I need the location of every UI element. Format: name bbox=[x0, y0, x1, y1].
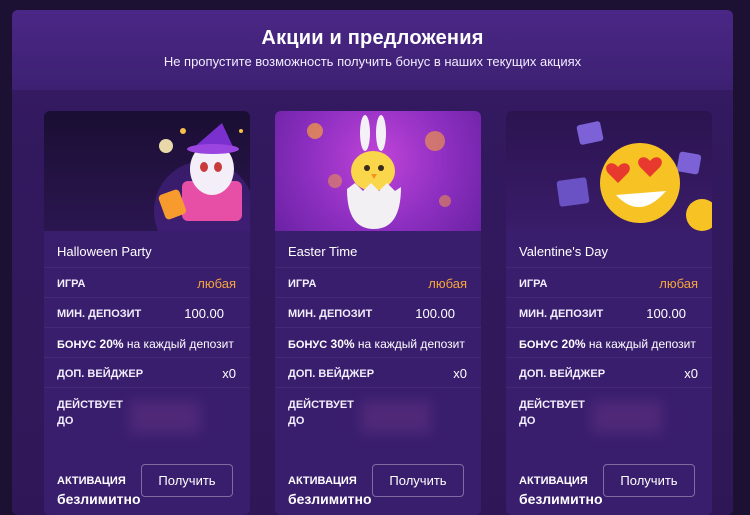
promotions-panel: Акции и предложения Не пропустите возмож… bbox=[12, 10, 733, 515]
easter-chick-icon bbox=[307, 115, 451, 229]
row-valid-until: ДЕЙСТВУЕТ ДО bbox=[275, 387, 481, 448]
card-title: Easter Time bbox=[288, 244, 358, 259]
value-wager: x0 bbox=[453, 366, 467, 381]
bonus-text: на каждый депозит bbox=[126, 337, 234, 351]
row-min-deposit: МИН. ДЕПОЗИТ 100.00 bbox=[44, 297, 250, 328]
row-game: ИГРА любая bbox=[44, 267, 250, 298]
redacted-date bbox=[592, 401, 662, 433]
redacted-date bbox=[130, 401, 200, 433]
get-bonus-button[interactable]: Получить bbox=[372, 464, 464, 497]
row-wager: ДОП. ВЕЙДЖЕР x0 bbox=[44, 357, 250, 388]
row-game: ИГРА любая bbox=[506, 267, 712, 298]
row-valid-until: ДЕЙСТВУЕТ ДО bbox=[506, 387, 712, 448]
bonus-text: на каждый депозит bbox=[588, 337, 696, 351]
value-bonus: БОНУС 20% на каждый депозит bbox=[57, 337, 234, 351]
value-min-deposit: 100.00 bbox=[184, 306, 224, 321]
label-bonus: БОНУС bbox=[57, 339, 97, 351]
label-activation: АКТИВАЦИЯ bbox=[57, 475, 126, 487]
label-valid-line1: ДЕЙСТВУЕТ bbox=[519, 399, 585, 411]
promo-card-halloween: Halloween Party ИГРА любая МИН. ДЕПОЗИТ … bbox=[44, 111, 250, 515]
promo-banner bbox=[275, 111, 481, 231]
bonus-text: на каждый депозит bbox=[357, 337, 465, 351]
promo-banner bbox=[44, 111, 250, 231]
bonus-percent: 20% bbox=[99, 337, 124, 351]
row-bonus: БОНУС 30% на каждый депозит bbox=[275, 327, 481, 358]
label-bonus: БОНУС bbox=[288, 339, 328, 351]
page-subtitle: Не пропустите возможность получить бонус… bbox=[163, 54, 582, 69]
halloween-ghost-icon bbox=[154, 123, 250, 231]
label-activation: АКТИВАЦИЯ bbox=[519, 475, 588, 487]
promo-banner bbox=[506, 111, 712, 231]
value-game: любая bbox=[428, 276, 467, 291]
card-title: Valentine's Day bbox=[519, 244, 608, 259]
row-bonus: БОНУС 20% на каждый депозит bbox=[44, 327, 250, 358]
label-min-deposit: МИН. ДЕПОЗИТ bbox=[57, 308, 142, 320]
label-game: ИГРА bbox=[57, 278, 86, 290]
page-title: Акции и предложения bbox=[261, 27, 484, 49]
redacted-date bbox=[361, 401, 431, 433]
value-activation: безлимитно bbox=[288, 491, 372, 507]
value-bonus: БОНУС 30% на каждый депозит bbox=[288, 337, 465, 351]
heart-eyes-emoji-icon bbox=[556, 121, 712, 231]
value-activation: безлимитно bbox=[57, 491, 141, 507]
label-valid-line2: ДО bbox=[519, 415, 536, 427]
card-title: Halloween Party bbox=[57, 244, 152, 259]
label-valid-line2: ДО bbox=[57, 415, 74, 427]
value-wager: x0 bbox=[222, 366, 236, 381]
bonus-percent: 30% bbox=[330, 337, 355, 351]
bonus-percent: 20% bbox=[561, 337, 586, 351]
get-bonus-button[interactable]: Получить bbox=[141, 464, 233, 497]
header-band bbox=[12, 10, 733, 90]
row-bonus: БОНУС 20% на каждый депозит bbox=[506, 327, 712, 358]
label-valid-line2: ДО bbox=[288, 415, 305, 427]
label-wager: ДОП. ВЕЙДЖЕР bbox=[519, 368, 606, 380]
label-game: ИГРА bbox=[519, 278, 548, 290]
row-min-deposit: МИН. ДЕПОЗИТ 100.00 bbox=[506, 297, 712, 328]
label-valid-line1: ДЕЙСТВУЕТ bbox=[288, 399, 354, 411]
value-activation: безлимитно bbox=[519, 491, 603, 507]
promo-card-valentines: Valentine's Day ИГРА любая МИН. ДЕПОЗИТ … bbox=[506, 111, 712, 515]
label-valid-line1: ДЕЙСТВУЕТ bbox=[57, 399, 123, 411]
row-wager: ДОП. ВЕЙДЖЕР x0 bbox=[275, 357, 481, 388]
get-bonus-button[interactable]: Получить bbox=[603, 464, 695, 497]
label-game: ИГРА bbox=[288, 278, 317, 290]
value-game: любая bbox=[659, 276, 698, 291]
label-bonus: БОНУС bbox=[519, 339, 559, 351]
row-valid-until: ДЕЙСТВУЕТ ДО bbox=[44, 387, 250, 448]
row-game: ИГРА любая bbox=[275, 267, 481, 298]
value-wager: x0 bbox=[684, 366, 698, 381]
label-activation: АКТИВАЦИЯ bbox=[288, 475, 357, 487]
row-wager: ДОП. ВЕЙДЖЕР x0 bbox=[506, 357, 712, 388]
value-min-deposit: 100.00 bbox=[646, 306, 686, 321]
value-bonus: БОНУС 20% на каждый депозит bbox=[519, 337, 696, 351]
label-wager: ДОП. ВЕЙДЖЕР bbox=[57, 368, 144, 380]
row-min-deposit: МИН. ДЕПОЗИТ 100.00 bbox=[275, 297, 481, 328]
label-min-deposit: МИН. ДЕПОЗИТ bbox=[519, 308, 604, 320]
promo-card-easter: Easter Time ИГРА любая МИН. ДЕПОЗИТ 100.… bbox=[275, 111, 481, 515]
label-min-deposit: МИН. ДЕПОЗИТ bbox=[288, 308, 373, 320]
value-game: любая bbox=[197, 276, 236, 291]
value-min-deposit: 100.00 bbox=[415, 306, 455, 321]
label-wager: ДОП. ВЕЙДЖЕР bbox=[288, 368, 375, 380]
